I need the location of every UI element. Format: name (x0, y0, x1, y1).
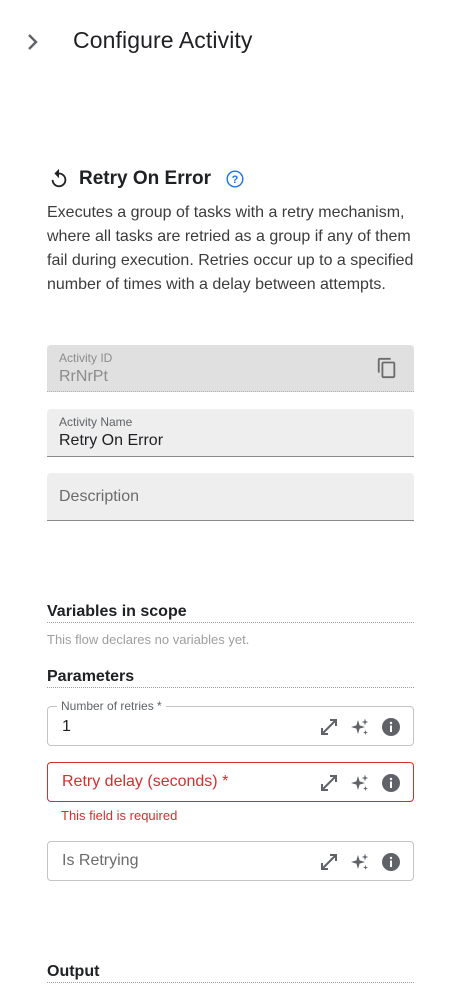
expand-icon[interactable] (319, 852, 339, 872)
activity-name-label: Activity Name (59, 415, 133, 429)
expand-icon[interactable] (319, 773, 339, 793)
info-icon[interactable] (381, 773, 401, 793)
field-actions (319, 773, 401, 793)
copy-icon[interactable] (376, 357, 398, 379)
number-of-retries-field[interactable]: Number of retries * 1 (47, 699, 414, 746)
retry-delay-field[interactable]: Retry delay (seconds) * (47, 762, 414, 802)
activity-name-value: Retry On Error (59, 432, 164, 449)
field-actions (319, 852, 401, 872)
variables-note: This flow declares no variables yet. (47, 632, 250, 647)
configure-activity-panel: Configure Activity Retry On Error ? Exec… (0, 0, 470, 1000)
is-retrying-placeholder: Is Retrying (62, 852, 139, 869)
activity-id-value: RrNrPt (59, 368, 108, 385)
retry-delay-placeholder: Retry delay (seconds) * (62, 773, 229, 790)
number-of-retries-label: Number of retries * (57, 699, 166, 713)
panel-header: Configure Activity (0, 0, 470, 84)
help-circle-icon[interactable]: ? (225, 169, 245, 189)
info-icon[interactable] (381, 852, 401, 872)
output-section-title: Output (47, 963, 414, 983)
is-retrying-field[interactable]: Is Retrying (47, 841, 414, 881)
page-title: Configure Activity (73, 27, 253, 53)
sparkle-icon[interactable] (350, 717, 370, 737)
activity-name-field[interactable]: Activity Name Retry On Error (47, 409, 414, 457)
activity-header: Retry On Error ? (47, 164, 245, 194)
activity-id-field: Activity ID RrNrPt (47, 345, 414, 392)
retry-icon (47, 167, 71, 191)
variables-section-title: Variables in scope (47, 603, 414, 623)
retry-delay-error: This field is required (61, 808, 178, 823)
expand-icon[interactable] (319, 717, 339, 737)
info-icon[interactable] (381, 717, 401, 737)
description-field[interactable]: Description (47, 473, 414, 521)
svg-text:?: ? (232, 174, 239, 186)
description-placeholder: Description (59, 488, 140, 505)
activity-id-label: Activity ID (59, 351, 113, 365)
activity-description: Executes a group of tasks with a retry m… (47, 204, 414, 293)
activity-title: Retry On Error (79, 168, 211, 189)
sparkle-icon[interactable] (350, 852, 370, 872)
parameters-section-title: Parameters (47, 668, 414, 688)
sparkle-icon[interactable] (350, 773, 370, 793)
number-of-retries-value: 1 (62, 718, 71, 735)
field-actions (319, 717, 401, 737)
chevron-right-icon[interactable] (22, 30, 44, 54)
